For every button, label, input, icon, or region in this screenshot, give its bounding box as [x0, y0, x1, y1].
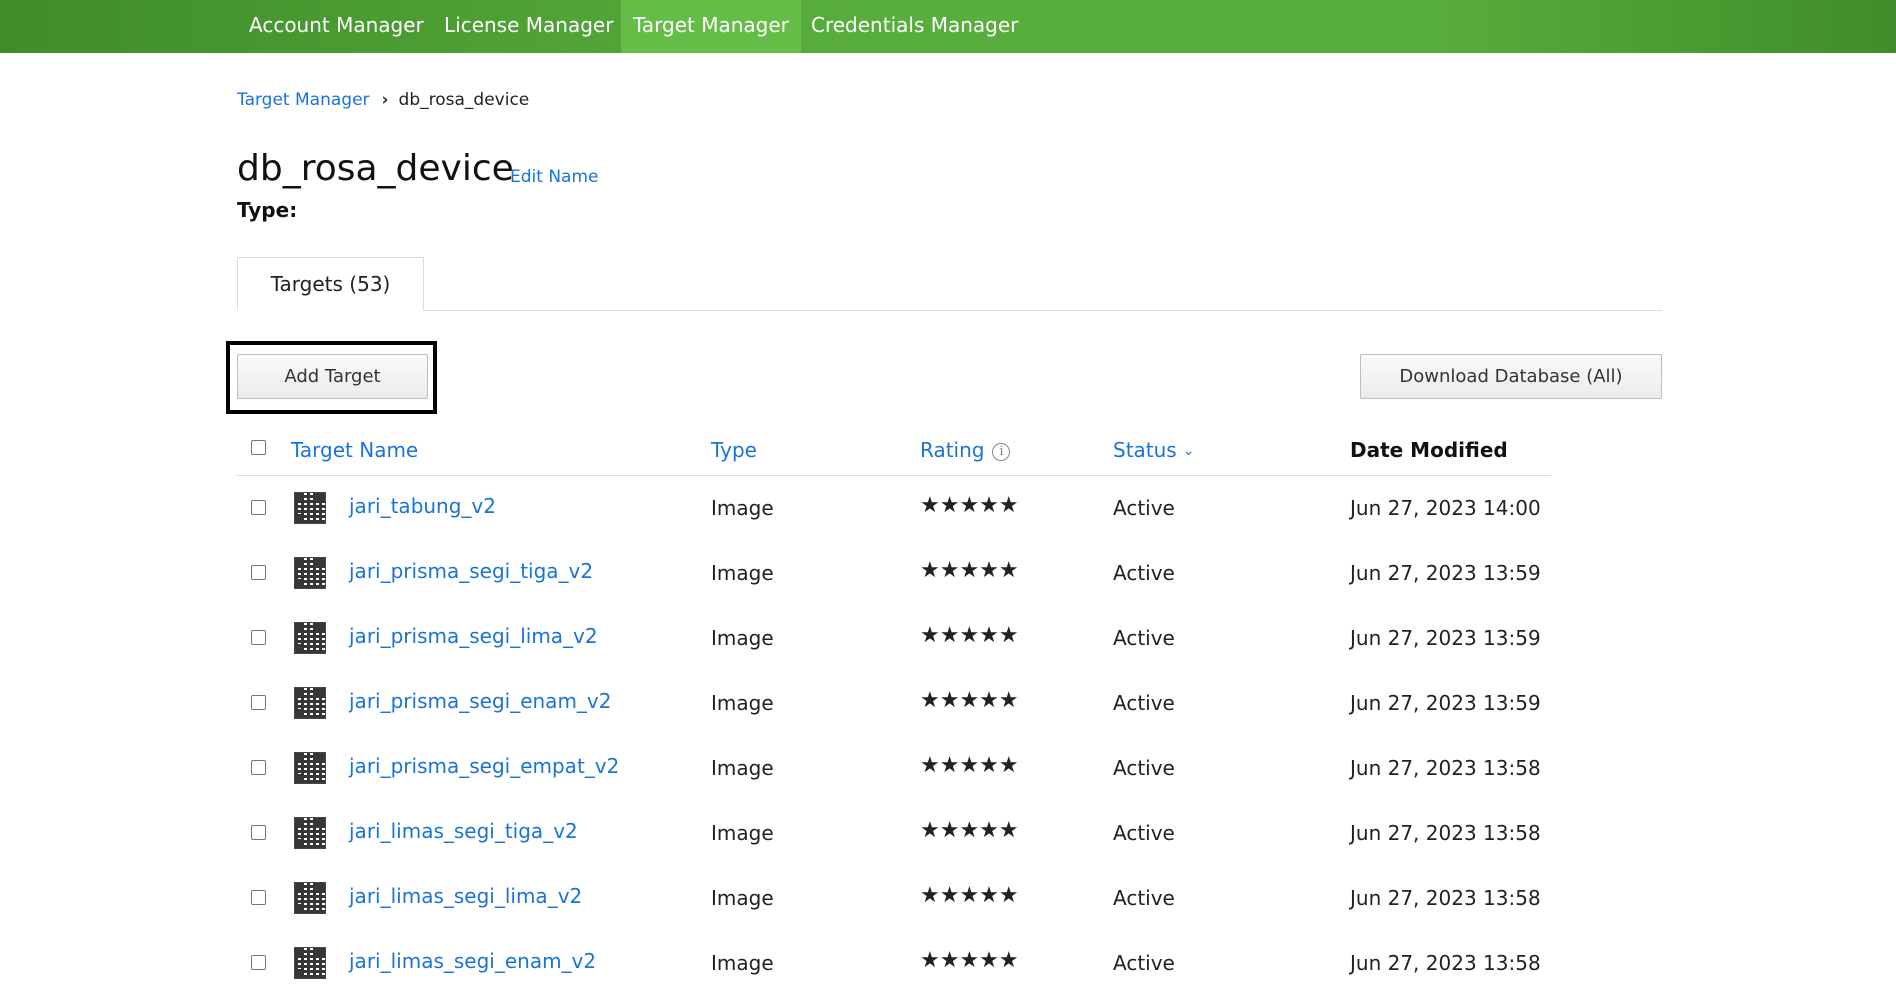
target-name-link[interactable]: jari_limas_segi_enam_v2 — [349, 949, 596, 973]
target-type: Image — [711, 691, 774, 715]
nav-license-manager[interactable]: License Manager — [432, 0, 625, 53]
target-type: Image — [711, 496, 774, 520]
target-date-modified: Jun 27, 2023 13:58 — [1350, 951, 1541, 975]
target-date-modified: Jun 27, 2023 13:59 — [1350, 626, 1541, 650]
row-checkbox[interactable] — [251, 565, 266, 580]
target-thumbnail-icon[interactable] — [294, 817, 326, 849]
header-date-modified: Date Modified — [1350, 438, 1508, 462]
select-all-checkbox[interactable] — [251, 440, 266, 455]
row-checkbox[interactable] — [251, 500, 266, 515]
target-status: Active — [1113, 951, 1175, 975]
breadcrumb-separator-icon: › — [381, 90, 389, 110]
page-title: db_rosa_device — [237, 148, 514, 189]
target-type: Image — [711, 951, 774, 975]
table-header: Target Name Type Rating i Status ⌄ Date Mo… — [237, 428, 1551, 476]
info-icon[interactable]: i — [992, 443, 1011, 461]
target-date-modified: Jun 27, 2023 13:58 — [1350, 756, 1541, 780]
row-checkbox[interactable] — [251, 630, 266, 645]
top-navigation-bar: Account Manager License Manager Target M… — [0, 0, 1896, 53]
download-database-button[interactable]: Download Database (All) — [1360, 354, 1662, 399]
target-thumbnail-icon[interactable] — [294, 687, 326, 719]
target-type: Image — [711, 561, 774, 585]
target-date-modified: Jun 27, 2023 13:59 — [1350, 561, 1541, 585]
target-thumbnail-icon[interactable] — [294, 622, 326, 654]
breadcrumb-target-manager-link[interactable]: Target Manager — [237, 90, 370, 110]
row-checkbox[interactable] — [251, 890, 266, 905]
rating-stars-icon: ★★★★★ — [920, 493, 1019, 518]
table-row: jari_prisma_segi_empat_v2 Image ★★★★★ Ac… — [237, 736, 1551, 801]
breadcrumb-current: db_rosa_device — [398, 90, 530, 110]
breadcrumb: Target Manager › db_rosa_device — [237, 90, 529, 110]
table-row: jari_limas_segi_lima_v2 Image ★★★★★ Acti… — [237, 866, 1551, 931]
target-name-link[interactable]: jari_prisma_segi_empat_v2 — [349, 754, 619, 778]
header-type[interactable]: Type — [711, 438, 757, 462]
target-status: Active — [1113, 561, 1175, 585]
target-date-modified: Jun 27, 2023 14:00 — [1350, 496, 1541, 520]
target-date-modified: Jun 27, 2023 13:59 — [1350, 691, 1541, 715]
target-status: Active — [1113, 691, 1175, 715]
target-name-link[interactable]: jari_prisma_segi_enam_v2 — [349, 689, 611, 713]
target-thumbnail-icon[interactable] — [294, 882, 326, 914]
target-type: Image — [711, 821, 774, 845]
nav-account-manager[interactable]: Account Manager — [237, 0, 436, 53]
rating-stars-icon: ★★★★★ — [920, 883, 1019, 908]
rating-stars-icon: ★★★★★ — [920, 818, 1019, 843]
table-row: jari_tabung_v2 Image ★★★★★ Active Jun 27… — [237, 476, 1551, 541]
nav-target-manager[interactable]: Target Manager — [621, 0, 801, 53]
row-checkbox[interactable] — [251, 760, 266, 775]
table-row: jari_prisma_segi_enam_v2 Image ★★★★★ Act… — [237, 671, 1551, 736]
table-row: jari_prisma_segi_lima_v2 Image ★★★★★ Act… — [237, 606, 1551, 671]
type-label: Type: — [237, 198, 298, 222]
table-row: jari_prisma_segi_tiga_v2 Image ★★★★★ Act… — [237, 541, 1551, 606]
target-status: Active — [1113, 886, 1175, 910]
target-status: Active — [1113, 821, 1175, 845]
add-target-button[interactable]: Add Target — [237, 354, 428, 399]
chevron-down-icon[interactable]: ⌄ — [1183, 443, 1195, 459]
row-checkbox[interactable] — [251, 825, 266, 840]
target-status: Active — [1113, 756, 1175, 780]
rating-stars-icon: ★★★★★ — [920, 688, 1019, 713]
tab-targets[interactable]: Targets (53) — [237, 257, 424, 311]
header-rating-group: Rating i — [920, 438, 1011, 462]
header-status-group: Status ⌄ — [1113, 438, 1194, 462]
header-status[interactable]: Status — [1113, 438, 1177, 462]
target-name-link[interactable]: jari_limas_segi_lima_v2 — [349, 884, 582, 908]
rating-stars-icon: ★★★★★ — [920, 623, 1019, 648]
target-thumbnail-icon[interactable] — [294, 752, 326, 784]
target-name-link[interactable]: jari_tabung_v2 — [349, 494, 496, 518]
target-name-link[interactable]: jari_prisma_segi_tiga_v2 — [349, 559, 593, 583]
rating-stars-icon: ★★★★★ — [920, 753, 1019, 778]
rating-stars-icon: ★★★★★ — [920, 558, 1019, 583]
target-status: Active — [1113, 626, 1175, 650]
target-thumbnail-icon[interactable] — [294, 492, 326, 524]
nav-credentials-manager[interactable]: Credentials Manager — [799, 0, 1030, 53]
target-name-link[interactable]: jari_prisma_segi_lima_v2 — [349, 624, 598, 648]
target-type: Image — [711, 756, 774, 780]
header-rating[interactable]: Rating — [920, 438, 984, 462]
row-checkbox[interactable] — [251, 695, 266, 710]
target-thumbnail-icon[interactable] — [294, 557, 326, 589]
target-status: Active — [1113, 496, 1175, 520]
target-type: Image — [711, 626, 774, 650]
table-row: jari_limas_segi_enam_v2 Image ★★★★★ Acti… — [237, 931, 1551, 996]
table-row: jari_limas_segi_tiga_v2 Image ★★★★★ Acti… — [237, 801, 1551, 866]
rating-stars-icon: ★★★★★ — [920, 948, 1019, 973]
target-type: Image — [711, 886, 774, 910]
target-thumbnail-icon[interactable] — [294, 947, 326, 979]
edit-name-link[interactable]: Edit Name — [510, 167, 598, 187]
target-date-modified: Jun 27, 2023 13:58 — [1350, 886, 1541, 910]
row-checkbox[interactable] — [251, 955, 266, 970]
header-target-name[interactable]: Target Name — [291, 438, 418, 462]
target-name-link[interactable]: jari_limas_segi_tiga_v2 — [349, 819, 578, 843]
target-date-modified: Jun 27, 2023 13:58 — [1350, 821, 1541, 845]
tab-divider — [237, 310, 1662, 311]
